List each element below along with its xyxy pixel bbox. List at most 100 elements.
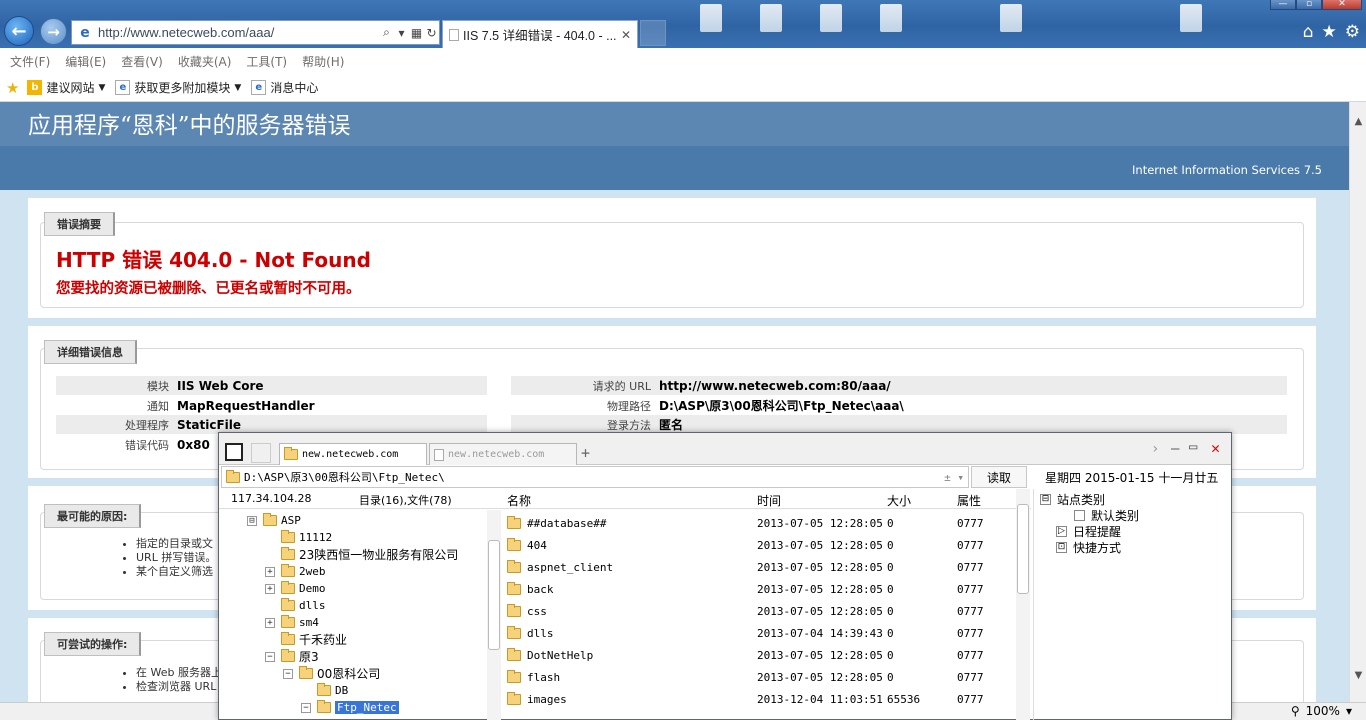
file-time: 2013-07-05 12:28:05	[757, 561, 883, 574]
chevron-down-icon[interactable]: ▾	[1346, 704, 1352, 718]
file-row[interactable]: 404 2013-07-05 12:28:05 0 0777	[505, 534, 1015, 556]
menu-file[interactable]: 文件(F)	[10, 53, 50, 70]
ftp-tab-label: new.netecweb.com	[302, 449, 399, 460]
home-icon[interactable]: ⌂	[1303, 22, 1314, 42]
col-attr[interactable]: 属性	[957, 492, 981, 509]
tree-item[interactable]: − 00恩科公司	[283, 665, 380, 682]
tree-item[interactable]: dlls	[265, 597, 326, 614]
file-row[interactable]: flash 2013-07-05 12:28:05 0 0777	[505, 666, 1015, 688]
add-tab-icon[interactable]: +	[581, 444, 590, 462]
tree-item[interactable]: 11112	[265, 529, 332, 546]
gear-icon[interactable]: ⚙	[1345, 22, 1360, 42]
file-attr: 0777	[957, 671, 984, 684]
tree-item[interactable]: DB	[301, 682, 348, 699]
fav-message-center[interactable]: e 消息中心	[251, 79, 318, 96]
summary-legend: 错误摘要	[44, 212, 115, 236]
favorites-star-icon[interactable]: ★	[1322, 22, 1337, 42]
menu-help[interactable]: 帮助(H)	[302, 53, 344, 70]
expand-icon[interactable]: +	[265, 617, 275, 628]
ftp-tab-inactive[interactable]: new.netecweb.com	[429, 443, 577, 465]
side-tree-item[interactable]: ▷ 日程提醒	[1056, 523, 1121, 540]
chevron-right-icon[interactable]: ›	[1151, 441, 1159, 457]
address-url[interactable]: http://www.netecweb.com/aaa/	[98, 25, 379, 40]
page-title: 应用程序“恩科”中的服务器错误	[28, 113, 351, 139]
favorites-star-icon[interactable]: ★	[6, 79, 19, 97]
tree-item[interactable]: + Demo	[265, 580, 326, 597]
file-attr: 0777	[957, 605, 984, 618]
address-bar[interactable]: e http://www.netecweb.com/aaa/ ⌕ ▾ ▦ ↻	[71, 20, 440, 45]
fav-label: 获取更多附加模块	[134, 81, 231, 95]
page-scrollbar[interactable]: ▲ ▼	[1349, 102, 1366, 702]
read-button[interactable]: 读取	[971, 466, 1027, 488]
cause-item: URL 拼写错误。	[136, 551, 216, 565]
tree-item[interactable]: − Ftp_Netec	[301, 699, 399, 716]
side-tree-item[interactable]: ⊟ 站点类别	[1040, 491, 1105, 508]
scroll-up-icon[interactable]: ▲	[1350, 116, 1366, 133]
chevron-down-icon[interactable]: ▼	[234, 83, 241, 93]
desktop-icon	[700, 4, 722, 32]
file-name: back	[527, 583, 554, 596]
panel-toggle-icon[interactable]	[225, 443, 243, 461]
menu-favorites[interactable]: 收藏夹(A)	[178, 53, 232, 70]
chevron-down-icon[interactable]: ▼	[98, 83, 105, 93]
scroll-down-icon[interactable]: ▼	[1350, 670, 1366, 687]
expand-icon[interactable]: +	[265, 583, 275, 594]
expand-icon[interactable]: −	[265, 651, 275, 662]
dropdown-icon[interactable]: ▾	[394, 26, 409, 40]
search-icon[interactable]: ⌕	[379, 25, 394, 40]
col-size[interactable]: 大小	[887, 492, 911, 509]
menu-tools[interactable]: 工具(T)	[246, 53, 287, 70]
new-site-button[interactable]	[251, 443, 271, 463]
file-row[interactable]: dlls 2013-07-04 14:39:43 0 0777	[505, 622, 1015, 644]
side-tree-item[interactable]: ⊡ 快捷方式	[1056, 539, 1121, 556]
new-tab-button[interactable]	[640, 20, 666, 46]
menu-edit[interactable]: 编辑(E)	[65, 53, 106, 70]
maximize-icon[interactable]: ▭	[1189, 439, 1197, 455]
tree-item[interactable]: + sm4	[265, 614, 319, 631]
side-tree-label: 默认类别	[1091, 509, 1140, 523]
scroll-thumb[interactable]	[1017, 504, 1029, 594]
compat-view-icon[interactable]: ▦	[409, 26, 424, 40]
detail-value: MapRequestHandler	[177, 398, 315, 413]
scroll-thumb[interactable]	[488, 540, 500, 650]
side-tree-item[interactable]: 默认类别	[1074, 507, 1139, 524]
tree-item[interactable]: − 原3	[265, 648, 319, 665]
tree-item[interactable]: 千禾药业	[265, 631, 347, 648]
tree-scrollbar[interactable]	[487, 510, 501, 720]
tree-item[interactable]: +2web	[265, 563, 326, 580]
expand-icon[interactable]: −	[283, 668, 293, 679]
path-dropdown-icon[interactable]: ± ▾	[944, 471, 964, 484]
minimize-icon[interactable]: —	[1171, 441, 1179, 457]
expand-icon[interactable]: +	[265, 566, 275, 577]
close-tab-icon[interactable]: ✕	[621, 28, 637, 42]
fav-suggested-sites[interactable]: b 建议网站 ▼	[27, 79, 105, 96]
expand-icon[interactable]: ⊟	[247, 515, 257, 526]
expand-icon[interactable]: −	[301, 702, 311, 713]
close-window-button[interactable]: ✕	[1322, 0, 1362, 10]
minimize-button[interactable]: —	[1270, 0, 1296, 10]
browser-tab-active[interactable]: IIS 7.5 详细错误 - 404.0 - ... ✕	[442, 20, 638, 48]
close-icon[interactable]: ✕	[1211, 439, 1220, 457]
file-row[interactable]: ##database## 2013-07-05 12:28:05 0 0777	[505, 512, 1015, 534]
menu-view[interactable]: 查看(V)	[121, 53, 163, 70]
file-row[interactable]: aspnet_client 2013-07-05 12:28:05 0 0777	[505, 556, 1015, 578]
ftp-tab-active[interactable]: new.netecweb.com	[279, 443, 427, 465]
files-scrollbar[interactable]	[1016, 489, 1030, 720]
file-row[interactable]: back 2013-07-05 12:28:05 0 0777	[505, 578, 1015, 600]
tree-item-label: 原3	[299, 650, 319, 664]
col-time[interactable]: 时间	[757, 492, 781, 509]
fav-get-addons[interactable]: e 获取更多附加模块 ▼	[115, 79, 241, 96]
ftp-path-input[interactable]: D:\ASP\原3\00恩科公司\Ftp_Netec\ ± ▾	[221, 466, 969, 488]
file-row[interactable]: DotNetHelp 2013-07-05 12:28:05 0 0777	[505, 644, 1015, 666]
file-row[interactable]: css 2013-07-05 12:28:05 0 0777	[505, 600, 1015, 622]
tree-item[interactable]: ⊟ ASP	[247, 512, 301, 529]
maximize-button[interactable]: ▫	[1296, 0, 1322, 10]
back-button[interactable]: ←	[4, 16, 34, 46]
tree-item[interactable]: 23陕西恒一物业服务有限公司	[265, 546, 458, 563]
actions-legend: 可尝试的操作:	[44, 632, 142, 656]
col-name[interactable]: 名称	[507, 492, 531, 509]
file-row[interactable]: images 2013-12-04 11:03:51 65536 0777	[505, 688, 1015, 710]
zoom-control[interactable]: ⚲ 100% ▾	[1291, 704, 1352, 718]
forward-button[interactable]: →	[40, 18, 67, 45]
refresh-icon[interactable]: ↻	[424, 26, 439, 40]
